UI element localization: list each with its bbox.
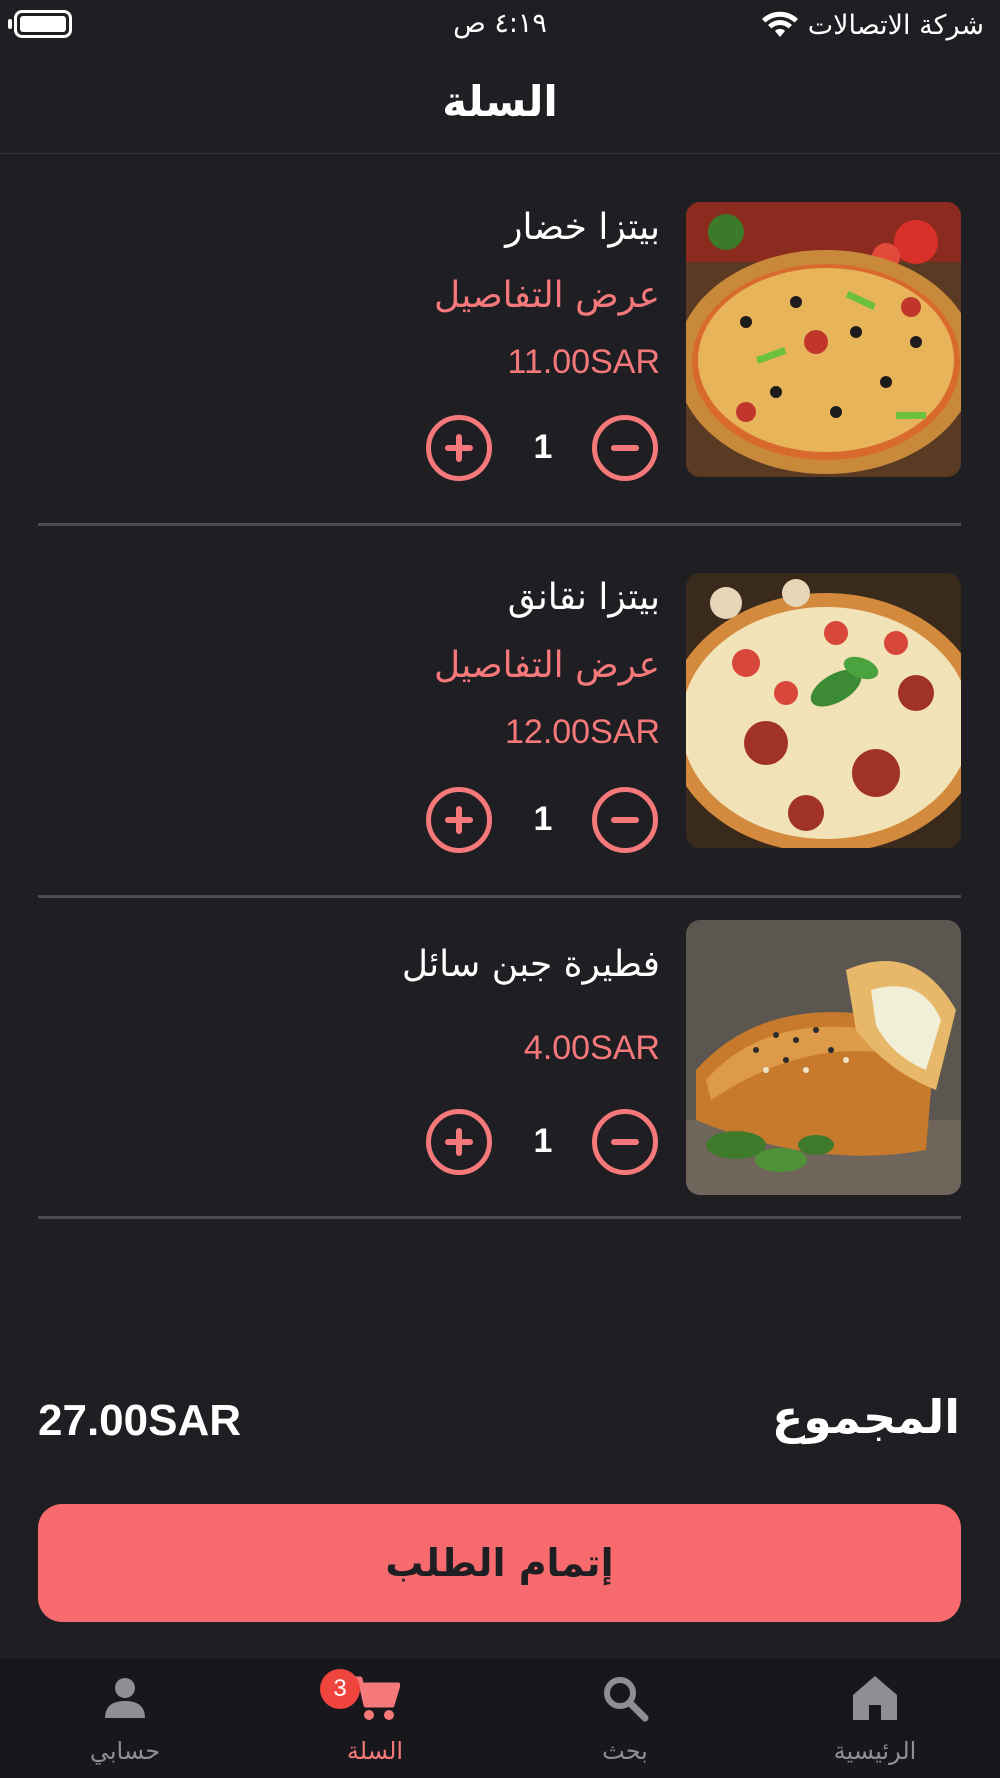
tab-account[interactable]: حسابي (0, 1659, 250, 1778)
increase-quantity-button[interactable] (426, 787, 492, 853)
page-title: السلة (442, 77, 558, 126)
divider (38, 895, 961, 898)
increase-quantity-button[interactable] (426, 1109, 492, 1175)
divider (38, 523, 961, 526)
divider (38, 1216, 961, 1219)
status-bar: ٤:١٩ ص شركة الاتصالات (0, 0, 1000, 50)
view-details-link[interactable]: عرض التفاصيل (434, 275, 660, 316)
battery-tip (8, 19, 12, 29)
item-name: بيتزا خضار (505, 207, 660, 248)
sausage-pizza-image[interactable] (686, 573, 961, 848)
wifi-icon (761, 11, 798, 39)
tab-label: بحث (602, 1737, 648, 1765)
tab-home[interactable]: الرئيسية (750, 1659, 1000, 1778)
tab-label: الرئيسية (833, 1737, 917, 1765)
item-name: بيتزا نقانق (507, 577, 660, 618)
battery-icon (14, 10, 72, 38)
carrier-info: شركة الاتصالات (761, 8, 984, 42)
total-value: 27.00SAR (38, 1396, 242, 1445)
home-icon (850, 1673, 900, 1723)
nav-header: السلة (0, 50, 1000, 154)
increase-quantity-button[interactable] (426, 415, 492, 481)
carrier-name: شركة الاتصالات (807, 9, 984, 41)
minus-icon (611, 445, 639, 451)
cheese-pastry-image[interactable] (686, 920, 961, 1195)
item-name: فطيرة جبن سائل (401, 944, 660, 985)
item-price: 4.00SAR (523, 1029, 660, 1067)
search-icon (600, 1673, 650, 1723)
cart-count-badge: 3 (320, 1669, 360, 1709)
person-icon (100, 1673, 150, 1723)
quantity-value: 1 (533, 1122, 553, 1160)
decrease-quantity-button[interactable] (592, 415, 658, 481)
item-price: 11.00SAR (507, 343, 660, 381)
status-time: ٤:١٩ ص (453, 8, 547, 39)
decrease-quantity-button[interactable] (592, 1109, 658, 1175)
minus-icon (611, 817, 639, 823)
quantity-value: 1 (533, 428, 553, 466)
tab-search[interactable]: بحث (500, 1659, 750, 1778)
tab-cart[interactable]: 3 السلة (250, 1659, 500, 1778)
total-label: المجموع (771, 1390, 960, 1444)
minus-icon (611, 1139, 639, 1145)
tab-label: حسابي (89, 1737, 161, 1765)
checkout-button[interactable]: إتمام الطلب (38, 1504, 961, 1622)
item-price: 12.00SAR (505, 713, 660, 751)
veggie-pizza-image[interactable] (686, 202, 961, 477)
decrease-quantity-button[interactable] (592, 787, 658, 853)
tab-label: السلة (346, 1737, 404, 1765)
tab-bar: حسابي 3 السلة بحث الرئيسية (0, 1659, 1000, 1778)
view-details-link[interactable]: عرض التفاصيل (434, 645, 660, 686)
quantity-value: 1 (533, 800, 553, 838)
